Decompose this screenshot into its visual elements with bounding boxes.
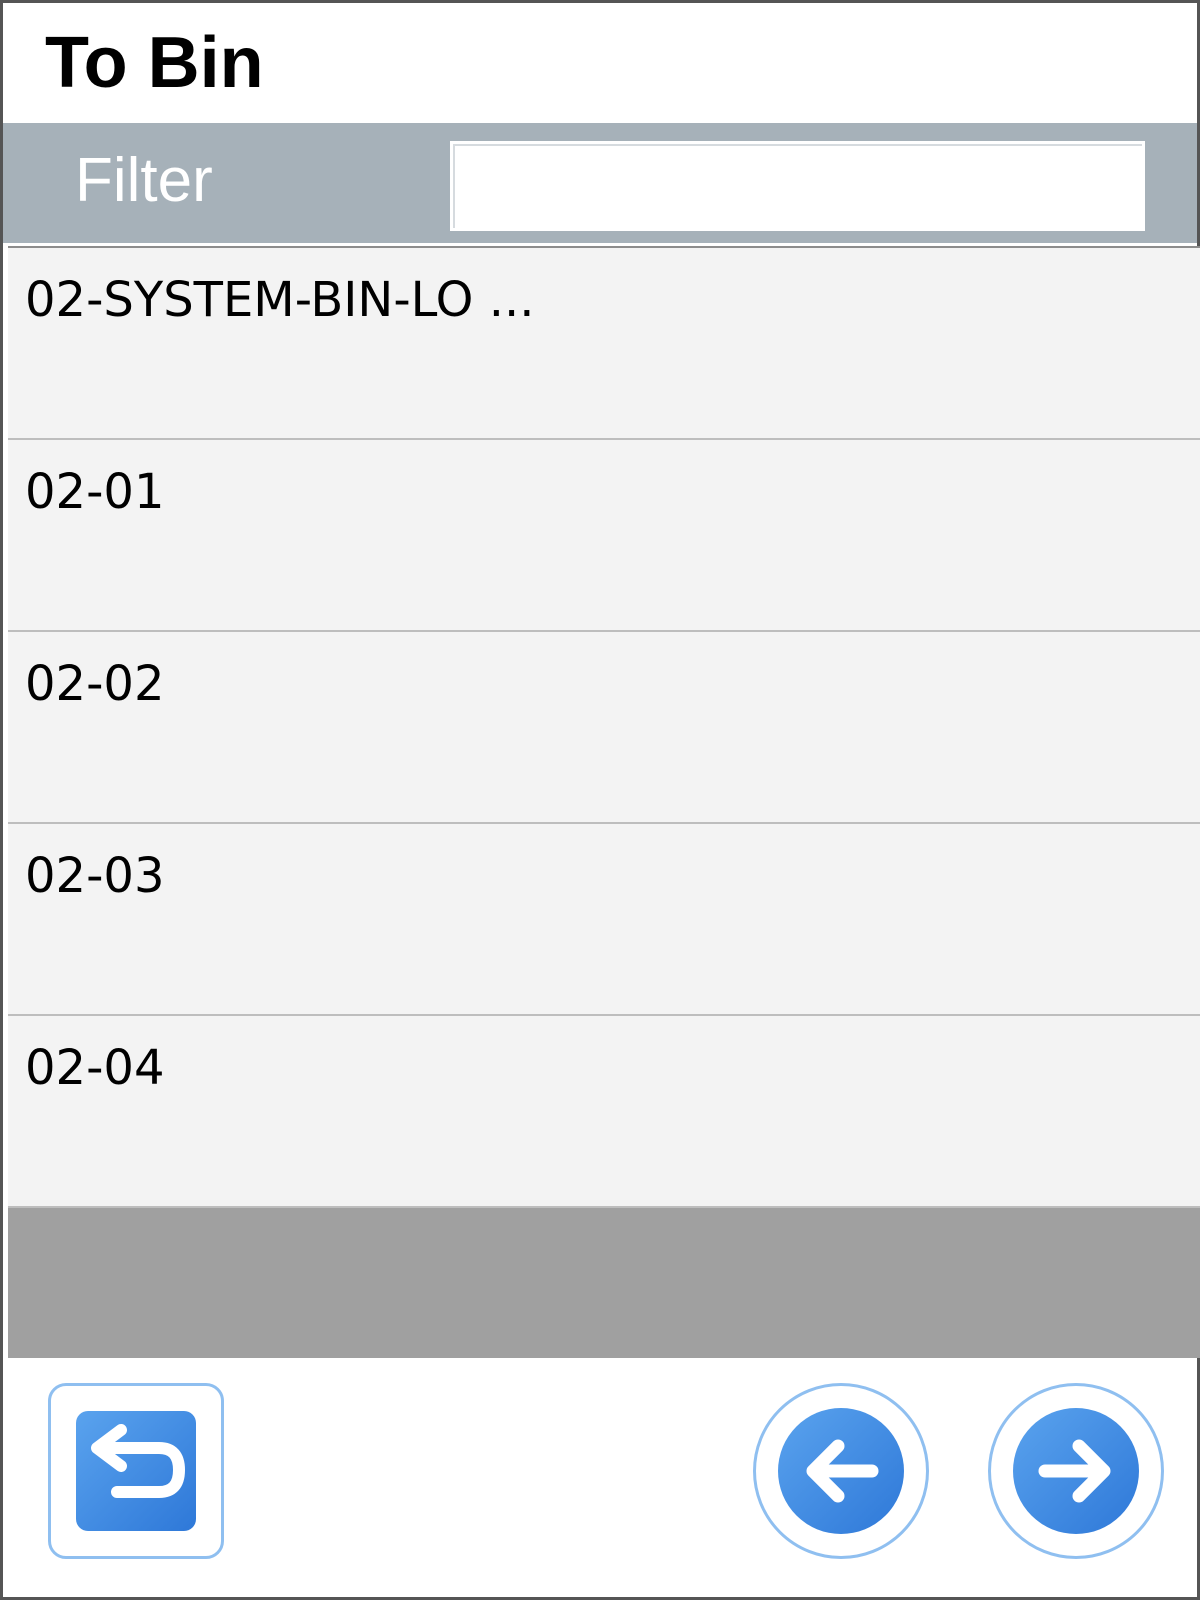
return-arrow-icon: [91, 1424, 185, 1498]
page-title: To Bin: [45, 23, 264, 103]
app-window: To Bin Filter 02-SYSTEM-BIN-LO ... 02-01…: [0, 0, 1200, 1600]
back-button[interactable]: [48, 1383, 224, 1559]
bin-list[interactable]: 02-SYSTEM-BIN-LO ... 02-01 02-02 02-03 0…: [8, 246, 1200, 1358]
previous-page-button[interactable]: [753, 1383, 929, 1559]
bin-list-item-label: 02-04: [25, 1040, 165, 1096]
bin-list-item[interactable]: 02-SYSTEM-BIN-LO ...: [8, 248, 1200, 440]
bin-list-item[interactable]: 02-03: [8, 824, 1200, 1016]
bin-list-item-label: 02-01: [25, 464, 165, 520]
filter-label: Filter: [75, 146, 213, 215]
filter-input[interactable]: [450, 141, 1145, 231]
bin-list-item-label: 02-SYSTEM-BIN-LO ...: [25, 272, 535, 328]
bin-list-item[interactable]: 02-01: [8, 440, 1200, 632]
arrow-left-icon: [806, 1439, 879, 1503]
footer-toolbar: [3, 1361, 1197, 1597]
filter-bar: Filter: [3, 123, 1197, 243]
bin-list-item[interactable]: 02-04: [8, 1016, 1200, 1208]
title-bar: To Bin: [3, 3, 1197, 123]
bin-list-item[interactable]: 02-02: [8, 632, 1200, 824]
bin-list-item-label: 02-03: [25, 848, 165, 904]
next-page-button[interactable]: [988, 1383, 1164, 1559]
arrow-right-icon: [1038, 1439, 1111, 1503]
bin-list-item-label: 02-02: [25, 656, 165, 712]
